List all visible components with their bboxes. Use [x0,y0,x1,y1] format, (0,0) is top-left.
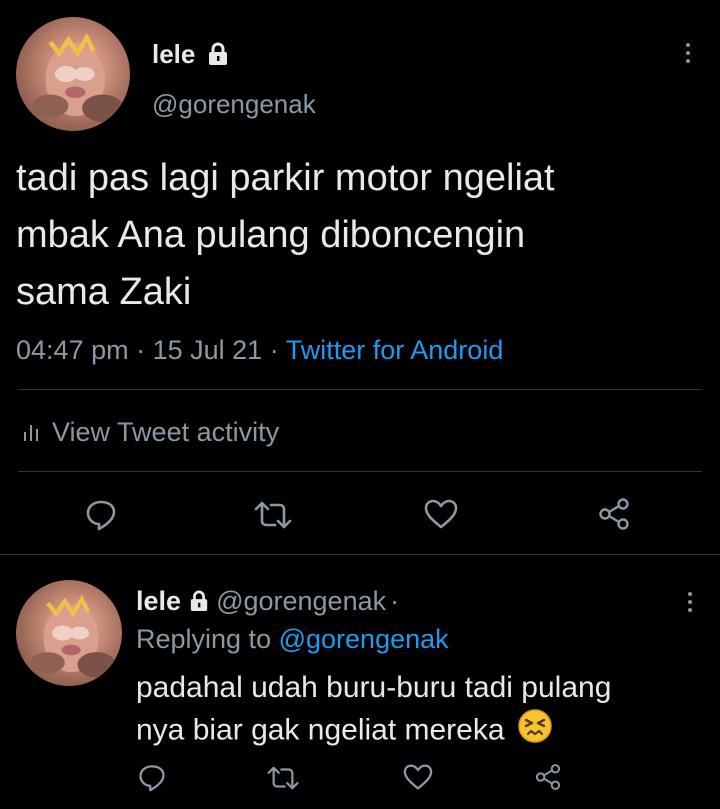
divider [18,389,702,390]
author-name[interactable]: lele [152,39,195,69]
tweet-text: tadi pas lagi parkir motor ngeliat mbak … [16,150,706,321]
lock-icon [190,590,207,611]
reply-icon [139,765,165,792]
author-name-row: lele [152,38,229,70]
separator-dot: · [390,586,400,616]
reply-text: padahal udah buru-buru tadi pulang nya b… [136,668,706,755]
avatar-image [31,32,124,122]
reply-text-line: padahal udah buru-buru tadi pulang [136,671,612,704]
tweet-separator [0,554,720,555]
share-button[interactable] [597,497,631,531]
persevering-face-emoji [517,708,553,755]
tweet-text-line: tadi pas lagi parkir motor ngeliat [16,157,555,199]
retweet-icon [267,766,299,790]
replying-to-label: Replying to [136,624,272,654]
reply-author-name[interactable]: lele [136,586,181,616]
reply-like-button[interactable] [402,763,434,791]
divider [18,471,702,472]
lock-icon [208,42,227,66]
like-icon [424,499,458,529]
tweet-source-link[interactable]: Twitter for Android [286,335,504,365]
reply-header: lele @gorengenak · [136,584,399,618]
tweet-text-line: sama Zaki [16,271,192,313]
reply-icon [86,500,116,531]
timestamp-row: 04:47 pm · 15 Jul 21 · Twitter for Andro… [16,333,503,367]
analytics-icon [24,425,38,441]
author-handle[interactable]: @gorengenak [152,88,316,120]
tweet-text-line: mbak Ana pulang diboncengin [16,214,526,256]
like-button[interactable] [423,498,459,530]
tweet-date[interactable]: 15 Jul 21 [153,335,263,365]
reply-text-line: nya biar gak ngeliat mereka [136,713,505,747]
reply-button[interactable] [84,497,118,531]
share-icon [535,764,561,790]
reply-more-options-icon[interactable] [682,588,698,616]
replying-to-handle[interactable]: @gorengenak [279,624,449,654]
like-icon [403,764,433,790]
replying-to: Replying to @gorengenak [136,622,449,656]
reply-author-handle[interactable]: @gorengenak [216,586,386,616]
retweet-button[interactable] [253,499,293,531]
avatar-image [30,594,116,678]
retweet-icon [254,501,292,529]
reply-retweet-button[interactable] [266,764,300,792]
tweet-time[interactable]: 04:47 pm [16,335,129,365]
reply-text-line-row: nya biar gak ngeliat mereka [136,708,706,755]
reply-avatar[interactable] [16,580,122,686]
reply-share-button[interactable] [534,762,562,792]
view-tweet-activity-label: View Tweet activity [52,416,280,447]
share-icon [599,498,629,530]
avatar[interactable] [16,17,130,131]
more-options-icon[interactable] [680,38,696,68]
separator-dot: · [136,335,146,365]
reply-reply-button[interactable] [137,762,167,792]
view-tweet-activity-button[interactable]: View Tweet activity [22,414,279,450]
separator-dot: · [269,335,279,365]
